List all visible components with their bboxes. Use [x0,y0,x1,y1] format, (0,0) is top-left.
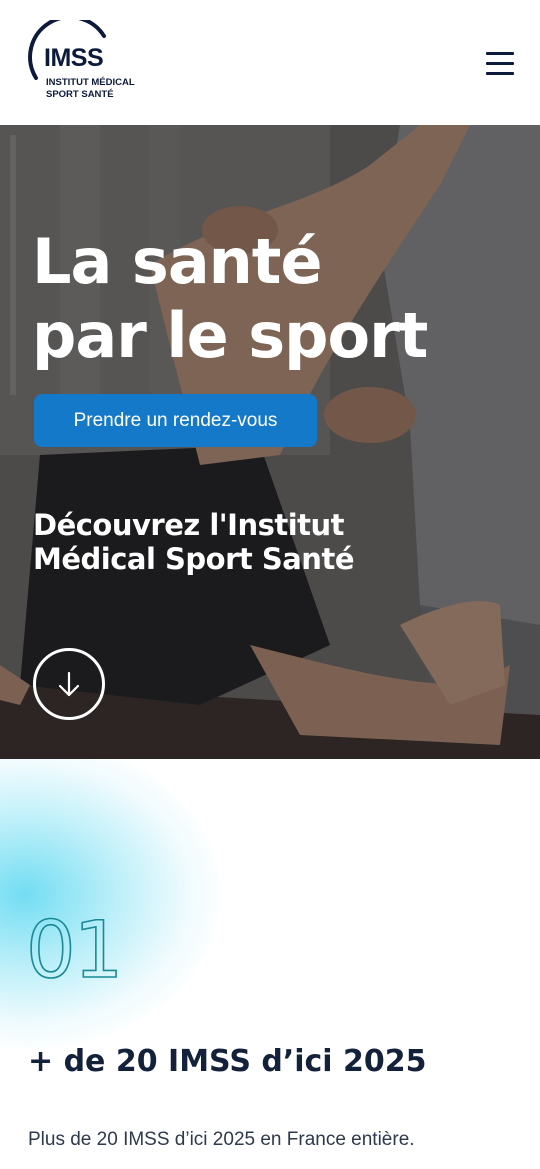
logo-subtitle: INSTITUT MÉDICAL SPORT SANTÉ [46,77,135,101]
menu-bar-middle [486,62,514,65]
imss-logo[interactable]: IMSS INSTITUT MÉDICAL SPORT SANTÉ [28,20,168,110]
logo-subtitle-line1: INSTITUT MÉDICAL [46,77,135,88]
stat-number: 01 [26,911,124,991]
hamburger-menu-icon[interactable] [484,50,516,78]
hero-section: La santé par le sport Prendre un rendez-… [0,125,540,759]
logo-subtitle-line2: SPORT SANTÉ [46,89,114,100]
hero-subtitle-line2: Médical Sport Santé [33,542,354,576]
stat-description: Plus de 20 IMSS d’ici 2025 en France ent… [28,1129,415,1150]
menu-bar-bottom [486,72,514,75]
hero-subtitle-line1: Découvrez l'Institut [33,508,345,542]
stat-heading: + de 20 IMSS d’ici 2025 [28,1044,427,1079]
scroll-down-button[interactable] [33,648,105,720]
hero-title-line2: par le sport [32,299,428,372]
hero-title: La santé par le sport [32,225,512,373]
hero-title-line1: La santé [32,225,322,298]
decorative-glow [0,759,220,1049]
site-header: IMSS INSTITUT MÉDICAL SPORT SANTÉ [0,0,540,125]
menu-bar-top [486,52,514,55]
book-appointment-button[interactable]: Prendre un rendez-vous [34,394,317,447]
arrow-down-icon [58,671,80,697]
logo-main-text: IMSS [44,44,104,72]
hero-subtitle: Découvrez l'Institut Médical Sport Santé [33,508,493,576]
stats-section: 01 + de 20 IMSS d’ici 2025 Plus de 20 IM… [0,759,540,1169]
stat-number-text: 01 [26,911,121,991]
